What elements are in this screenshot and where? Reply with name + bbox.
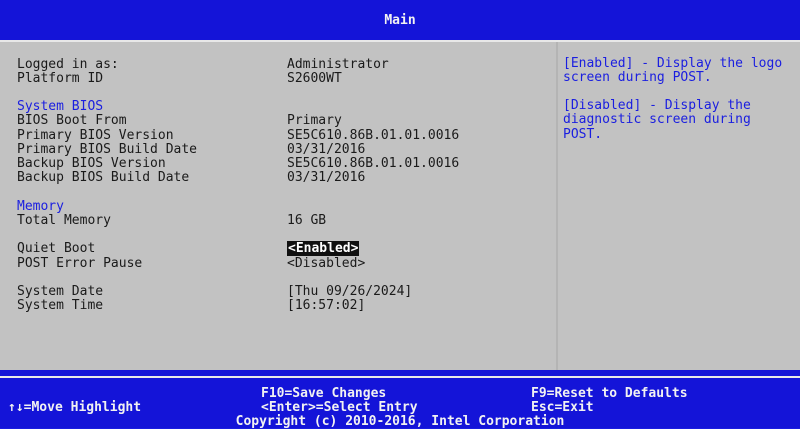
backup-bios-version-label: Backup BIOS Version [17,156,166,171]
esc-exit-hint[interactable]: Esc=Exit [531,400,594,415]
bios-boot-from-value: Primary [287,113,342,128]
total-memory-value: 16 GB [287,213,327,228]
system-date-field[interactable]: [Thu 09/26/2024] [287,284,412,299]
main-panel [0,42,800,370]
bios-boot-from-label: BIOS Boot From [17,113,127,128]
help-divider [556,42,558,370]
system-date-label: System Date [17,284,104,299]
logged-in-label: Logged in as: [17,57,119,72]
f10-save-hint[interactable]: F10=Save Changes [261,386,386,401]
move-highlight-hint: ↑↓=Move Highlight [8,400,142,415]
backup-bios-date-value: 03/31/2016 [287,170,366,185]
platform-id-label: Platform ID [17,71,104,86]
copyright-text: Copyright (c) 2010-2016, Intel Corporati… [235,414,565,429]
help-enabled-text: [Enabled] - Display the logo screen duri… [563,56,790,86]
primary-bios-date-label: Primary BIOS Build Date [17,142,198,157]
primary-bios-date-value: 03/31/2016 [287,142,366,157]
title-bar: Main [0,0,800,42]
logged-in-value: Administrator [287,57,389,72]
platform-id-value: S2600WT [287,71,342,86]
system-time-label: System Time [17,298,104,313]
post-error-pause-label: POST Error Pause [17,256,143,271]
help-disabled-text: [Disabled] - Display the diagnostic scre… [563,98,759,142]
primary-bios-version-value: SE5C610.86B.01.01.0016 [287,128,460,143]
total-memory-label: Total Memory [17,213,111,228]
memory-heading: Memory [17,199,64,214]
system-bios-heading: System BIOS [17,99,104,114]
enter-select-hint[interactable]: <Enter>=Select Entry [261,400,418,415]
post-error-pause-option[interactable]: <Disabled> [287,256,365,271]
backup-bios-version-value: SE5C610.86B.01.01.0016 [287,156,460,171]
f9-reset-hint[interactable]: F9=Reset to Defaults [531,386,688,401]
quiet-boot-option[interactable]: <Enabled> [287,241,360,256]
primary-bios-version-label: Primary BIOS Version [17,128,174,143]
quiet-boot-label: Quiet Boot [17,241,96,256]
page-title: Main [384,13,416,28]
footer-divider [0,376,800,378]
system-time-field[interactable]: [16:57:02] [287,298,365,313]
backup-bios-date-label: Backup BIOS Build Date [17,170,190,185]
